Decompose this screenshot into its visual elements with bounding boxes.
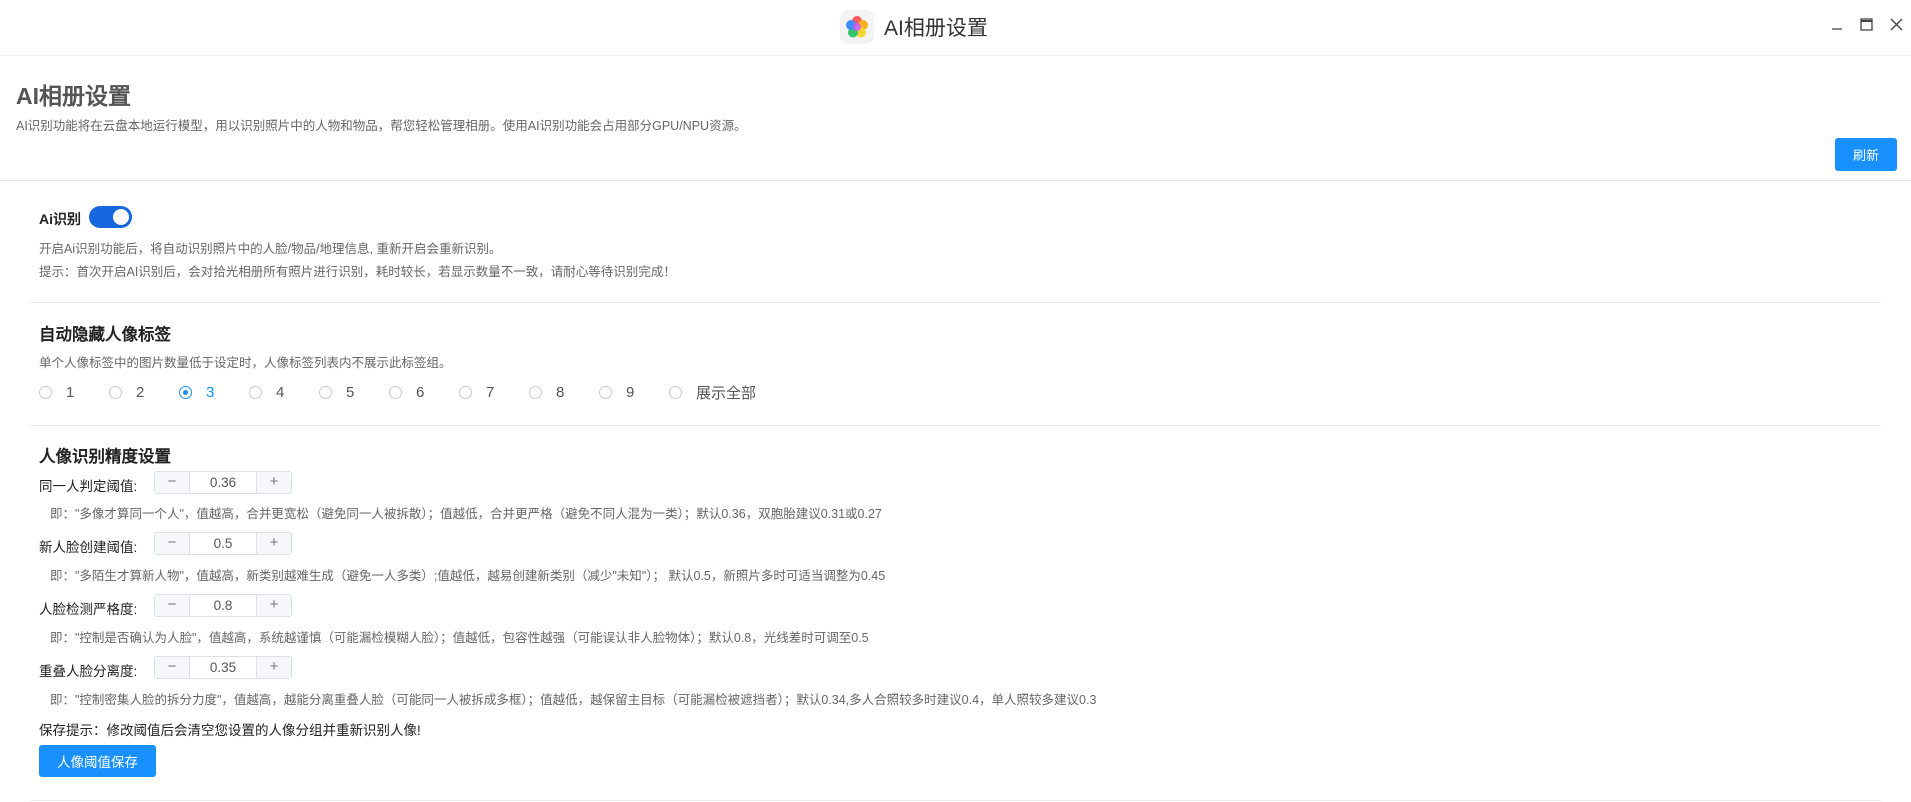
radio-label: 7 (486, 383, 495, 401)
ai-recognition-toggle[interactable] (89, 206, 132, 228)
page-title: AI相册设置 (16, 83, 131, 109)
overlap-face-separation-label: 重叠人脸分离度: (39, 664, 138, 679)
radio-option-4[interactable]: 4 (249, 380, 284, 404)
new-face-threshold-hint: 即："多陌生才算新人物"，值越高，新类别越难生成（避免一人多类）;值越低，越易创… (50, 569, 886, 583)
ai-recognition-tip: 提示：首次开启AI识别后，会对拾光相册所有照片进行识别，耗时较长，若显示数量不一… (39, 265, 676, 279)
radio-circle[interactable] (249, 385, 262, 399)
radio-option-show-all[interactable]: 展示全部 (669, 380, 756, 404)
face-detection-strictness-label: 人脸检测严格度: (39, 602, 138, 617)
decrement-button[interactable]: − (155, 657, 190, 678)
increment-button[interactable]: + (256, 533, 291, 554)
radio-label: 4 (276, 383, 285, 401)
radio-circle[interactable] (179, 385, 192, 399)
overlap-face-separation-input[interactable] (190, 657, 256, 678)
radio-option-5[interactable]: 5 (319, 380, 354, 404)
radio-option-8[interactable]: 8 (529, 380, 564, 404)
decrement-button[interactable]: − (155, 533, 190, 554)
decrement-button[interactable]: − (155, 595, 190, 616)
new-face-threshold-stepper[interactable]: − + (154, 532, 292, 555)
ai-recognition-label: Ai识别 (39, 211, 81, 227)
refresh-button[interactable]: 刷新 (1835, 138, 1897, 171)
precision-title: 人像识别精度设置 (39, 448, 171, 466)
radio-label: 9 (626, 383, 635, 401)
new-face-threshold-input[interactable] (190, 533, 256, 554)
page-header: AI相册设置 AI识别功能将在云盘本地运行模型，用以识别照片中的人物和物品，帮您… (0, 56, 1911, 181)
section-divider (29, 302, 1881, 303)
increment-button[interactable]: + (256, 472, 291, 493)
radio-option-3[interactable]: 3 (179, 380, 214, 404)
radio-circle[interactable] (39, 385, 52, 399)
radio-option-2[interactable]: 2 (109, 380, 144, 404)
auto-hide-title: 自动隐藏人像标签 (39, 326, 171, 344)
page-description: AI识别功能将在云盘本地运行模型，用以识别照片中的人物和物品，帮您轻松管理相册。… (16, 119, 747, 133)
maximize-icon[interactable] (1855, 14, 1877, 36)
same-person-threshold-hint: 即："多像才算同一个人"，值越高，合并更宽松（避免同一人被拆散）；值越低，合并更… (50, 507, 882, 521)
radio-label: 5 (346, 383, 355, 401)
window-title: AI相册设置 (884, 17, 988, 40)
radio-circle[interactable] (319, 385, 332, 399)
increment-button[interactable]: + (256, 657, 291, 678)
radio-option-9[interactable]: 9 (599, 380, 634, 404)
radio-label: 3 (206, 383, 215, 401)
radio-circle[interactable] (459, 385, 472, 399)
save-tip: 保存提示：修改阈值后会清空您设置的人像分组并重新识别人像! (39, 723, 421, 738)
decrement-button[interactable]: − (155, 472, 190, 493)
face-detection-strictness-hint: 即："控制是否确认为人脸"，值越高，系统越谨慎（可能漏检模糊人脸）；值越低，包容… (50, 631, 869, 645)
radio-label: 1 (66, 383, 75, 401)
new-face-threshold-label: 新人脸创建阈值: (39, 540, 138, 555)
radio-label: 展示全部 (696, 384, 757, 402)
overlap-face-separation-stepper[interactable]: − + (154, 656, 292, 679)
face-detection-strictness-stepper[interactable]: − + (154, 594, 292, 617)
same-person-threshold-label: 同一人判定阈值: (39, 479, 138, 494)
increment-button[interactable]: + (256, 595, 291, 616)
auto-hide-description: 单个人像标签中的图片数量低于设定时，人像标签列表内不展示此标签组。 (39, 356, 452, 370)
photos-flower-icon (840, 10, 874, 44)
radio-circle[interactable] (109, 385, 122, 399)
section-divider (29, 425, 1881, 426)
radio-label: 6 (416, 383, 425, 401)
radio-option-7[interactable]: 7 (459, 380, 494, 404)
radio-label: 8 (556, 383, 565, 401)
same-person-threshold-stepper[interactable]: − + (154, 471, 292, 494)
window-titlebar: AI相册设置 (0, 0, 1911, 56)
radio-circle[interactable] (389, 385, 402, 399)
section-divider (29, 800, 1881, 801)
face-detection-strictness-input[interactable] (190, 595, 256, 616)
save-threshold-button[interactable]: 人像阈值保存 (39, 745, 156, 777)
overlap-face-separation-hint: 即："控制密集人脸的拆分力度"，值越高，越能分离重叠人脸（可能同一人被拆成多框）… (50, 693, 1097, 707)
radio-label: 2 (136, 383, 145, 401)
radio-option-1[interactable]: 1 (39, 380, 74, 404)
close-icon[interactable] (1885, 14, 1907, 36)
same-person-threshold-input[interactable] (190, 472, 256, 493)
ai-recognition-description: 开启Ai识别功能后，将自动识别照片中的人脸/物品/地理信息, 重新开启会重新识别… (39, 242, 502, 256)
radio-circle[interactable] (599, 385, 612, 399)
radio-option-6[interactable]: 6 (389, 380, 424, 404)
minimize-icon[interactable] (1826, 14, 1848, 36)
radio-circle[interactable] (669, 385, 682, 399)
radio-circle[interactable] (529, 385, 542, 399)
